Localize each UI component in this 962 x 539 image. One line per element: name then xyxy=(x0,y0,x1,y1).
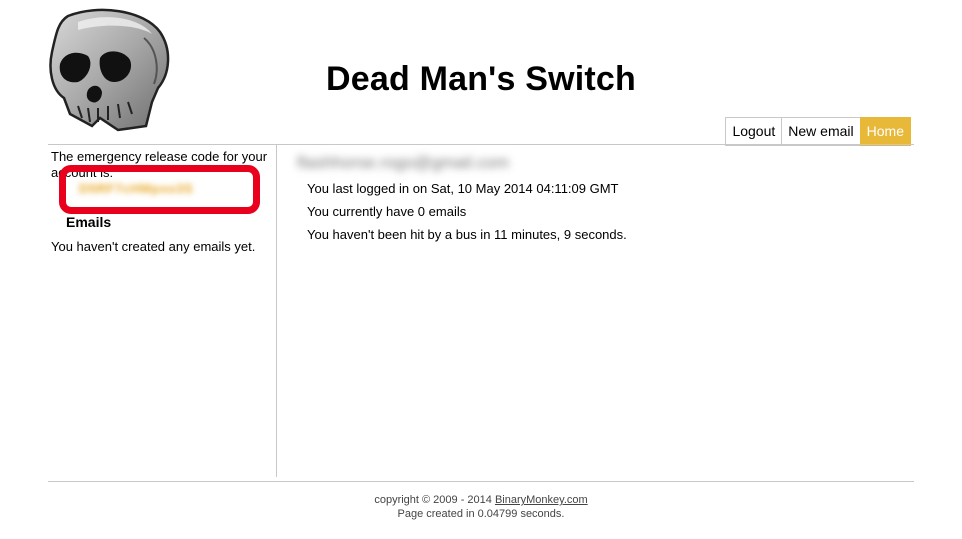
bus-status-text: You haven't been hit by a bus in 11 minu… xyxy=(307,227,627,242)
copyright-line: copyright © 2009 - 2014 BinaryMonkey.com xyxy=(0,493,962,507)
column-divider xyxy=(276,145,277,477)
copyright-text: copyright © 2009 - 2014 xyxy=(374,494,495,506)
email-count-text: You currently have 0 emails xyxy=(307,204,467,219)
last-login-text: You last logged in on Sat, 10 May 2014 0… xyxy=(307,181,619,196)
home-button[interactable]: Home xyxy=(859,117,911,146)
no-emails-text: You haven't created any emails yet. xyxy=(51,239,256,254)
binarymonkey-link[interactable]: BinaryMonkey.com xyxy=(495,494,588,506)
new-email-button[interactable]: New email xyxy=(781,117,860,146)
header-divider xyxy=(48,144,914,145)
user-email: flashhorse.rogo@gmail.com xyxy=(297,153,509,172)
footer: copyright © 2009 - 2014 BinaryMonkey.com… xyxy=(0,493,962,521)
footer-divider xyxy=(48,481,914,482)
release-code-highlight xyxy=(59,165,260,214)
page-created-text: Page created in 0.04799 seconds. xyxy=(397,508,565,520)
top-nav: Logout New email Home xyxy=(725,117,911,146)
logout-button[interactable]: Logout xyxy=(725,117,782,146)
main-content: flashhorse.rogo@gmail.com You last logge… xyxy=(295,153,627,242)
emails-heading: Emails xyxy=(66,214,112,230)
site-title: Dead Man's Switch xyxy=(326,60,636,98)
